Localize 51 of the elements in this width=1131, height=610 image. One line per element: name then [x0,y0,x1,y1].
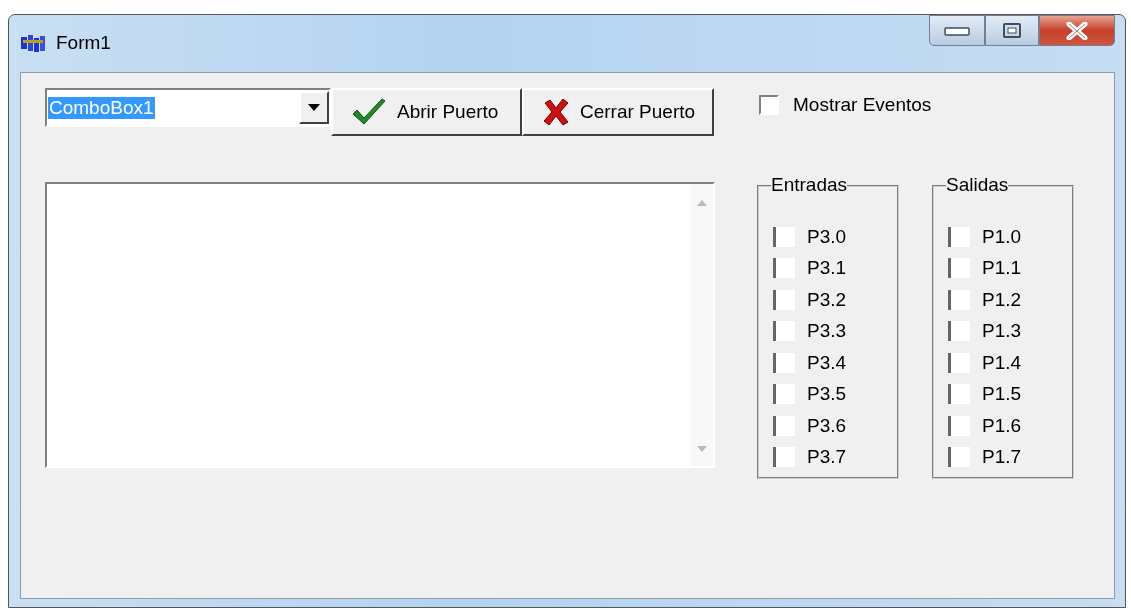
close-port-button[interactable]: Cerrar Puerto [522,88,714,136]
checkbox-label: P1.1 [982,256,1022,280]
checkbox-label: P3.6 [807,413,847,438]
checkbox-label: P3.2 [807,287,847,312]
checkbox-label: Mostrar Eventos [793,93,932,117]
dropdown-button[interactable] [299,91,329,124]
checkbox[interactable] [759,95,779,116]
checkbox[interactable] [773,415,795,436]
checkbox[interactable] [773,384,795,405]
checkbox[interactable] [948,289,970,310]
checkbox-label: P1.5 [982,382,1022,406]
window-title: Form1 [56,31,111,56]
checkbox[interactable] [948,447,970,468]
close-button[interactable] [1039,15,1115,46]
checkbox-label: P3.1 [807,256,847,280]
checkbox-label: P1.4 [982,350,1022,375]
checkbox[interactable] [773,226,795,247]
checkbox[interactable] [948,321,970,342]
checkmark-icon [351,98,387,126]
scrollbar[interactable] [691,184,713,466]
checkbox[interactable] [948,258,970,279]
checkbox-label: P1.0 [982,224,1022,249]
maximize-button[interactable] [985,15,1039,46]
checkbox-label: P1.6 [982,413,1022,438]
scroll-down-icon [697,446,707,452]
maximize-icon [1003,23,1021,38]
open-port-button[interactable]: Abrir Puerto [331,88,522,136]
cross-icon [542,98,570,126]
checkbox[interactable] [773,447,795,468]
checkbox-label: P1.3 [982,319,1022,343]
checkbox[interactable] [773,258,795,279]
checkbox[interactable] [948,352,970,373]
checkbox-label: P3.5 [807,382,847,406]
minimize-button[interactable] [929,15,985,46]
checkbox[interactable] [948,384,970,405]
checkbox-label: P3.3 [807,319,847,343]
checkbox[interactable] [948,226,970,247]
app-icon [20,32,46,55]
checkbox-label: P1.7 [982,445,1022,469]
checkbox[interactable] [773,352,795,373]
scroll-up-icon [697,200,707,206]
checkbox-label: P1.2 [982,287,1022,312]
close-icon [1066,21,1088,40]
checkbox[interactable] [773,321,795,342]
checkbox[interactable] [948,415,970,436]
caret-icon [308,104,320,111]
checkbox-label: P3.0 [807,224,847,249]
minimize-icon [944,25,970,36]
checkbox[interactable] [773,289,795,310]
checkbox-label: P3.7 [807,445,847,469]
checkbox-label: P3.4 [807,350,847,375]
